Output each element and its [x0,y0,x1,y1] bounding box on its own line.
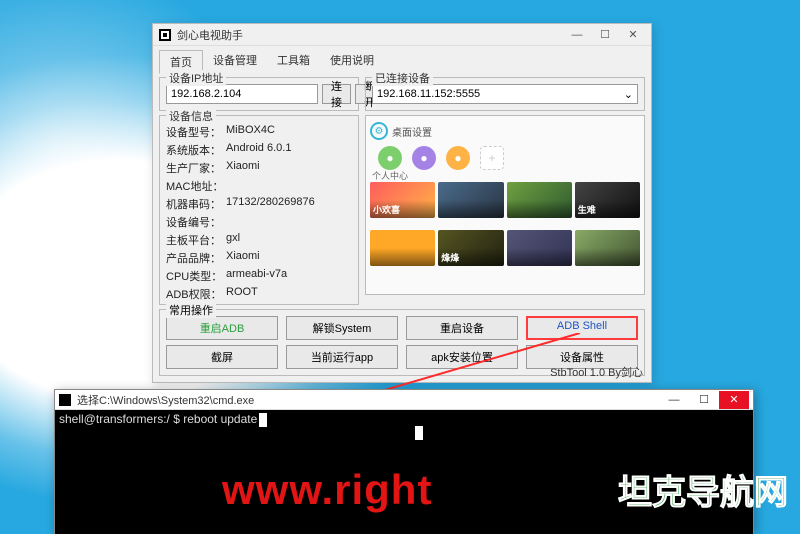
preview-badge: 桌面设置 [392,124,432,139]
statusbar-text: StbTool 1.0 By剑心 [550,364,643,380]
desktop-preview: ⚙ 桌面设置 ●个人中心 ● ● + 小欢喜 生难 烽烽 [365,115,645,295]
cmd-icon [59,394,71,406]
cmd-close-button[interactable]: ✕ [719,391,749,409]
running-app-button[interactable]: 当前运行app [286,345,398,369]
connected-device-select[interactable]: 192.168.11.152:5555 ⌄ [372,84,638,104]
media-thumb[interactable]: 烽烽 [438,230,503,266]
connect-button[interactable]: 连接 [322,84,351,104]
info-row: 主板平台：gxl [166,232,352,248]
app-icon [159,29,171,41]
cmd-maximize-button[interactable]: ☐ [689,391,719,409]
ip-input[interactable] [166,84,318,104]
info-row: 机器串码：17132/280269876 [166,196,352,212]
ip-group: 设备IP地址 连接 断开 [159,77,359,111]
info-row: 系统版本：Android 6.0.1 [166,142,352,158]
device-info-group: 设备信息 设备型号：MiBOX4C系统版本：Android 6.0.1生产厂家：… [159,115,359,305]
media-thumb[interactable]: 生难 [575,182,640,218]
window-title: 剑心电视助手 [177,27,563,43]
cmd-titlebar: 选择C:\Windows\System32\cmd.exe — ☐ ✕ [55,390,753,410]
unlock-system-button[interactable]: 解锁System [286,316,398,340]
screenshot-button[interactable]: 截屏 [166,345,278,369]
media-thumb[interactable] [575,230,640,266]
minimize-button[interactable]: — [563,25,591,45]
close-button[interactable]: ✕ [619,25,647,45]
cmd-line: shell@transformers:/ $ reboot update [59,412,257,426]
main-window: 剑心电视助手 — ☐ ✕ 首页 设备管理 工具箱 使用说明 设备IP地址 连接 … [152,23,652,383]
restart-adb-button[interactable]: 重启ADB [166,316,278,340]
media-thumb[interactable] [370,230,435,266]
titlebar: 剑心电视助手 — ☐ ✕ [153,24,651,46]
cmd-cursor [259,413,267,427]
connected-group: 已连接设备 192.168.11.152:5555 ⌄ [365,77,645,111]
info-row: MAC地址： [166,178,352,194]
info-row: ADB权限：ROOT [166,286,352,302]
launcher-icon[interactable]: ● [412,146,436,170]
tab-bar: 首页 设备管理 工具箱 使用说明 [153,46,651,73]
info-row: 产品品牌：Xiaomi [166,250,352,266]
media-thumb[interactable] [438,182,503,218]
launcher-icon[interactable]: + [480,146,504,170]
chevron-down-icon: ⌄ [624,88,633,101]
connected-label: 已连接设备 [372,70,433,86]
adb-shell-button[interactable]: ADB Shell [526,316,638,340]
ops-label: 常用操作 [166,302,216,318]
info-row: 设备型号：MiBOX4C [166,124,352,140]
connected-value: 192.168.11.152:5555 [377,88,480,100]
info-row: 生产厂家：Xiaomi [166,160,352,176]
cmd-minimize-button[interactable]: — [659,391,689,409]
launcher-icon[interactable]: ● [446,146,470,170]
cmd-title: 选择C:\Windows\System32\cmd.exe [77,392,659,408]
reboot-device-button[interactable]: 重启设备 [406,316,518,340]
apk-location-button[interactable]: apk安装位置 [406,345,518,369]
maximize-button[interactable]: ☐ [591,25,619,45]
ip-group-label: 设备IP地址 [166,70,226,86]
info-row: CPU类型：armeabi-v7a [166,268,352,284]
info-row: 设备编号： [166,214,352,230]
media-thumb[interactable] [507,182,572,218]
media-thumb[interactable] [507,230,572,266]
gear-icon: ⚙ [370,122,388,140]
media-thumb[interactable]: 小欢喜 [370,182,435,218]
tab-toolbox[interactable]: 工具箱 [267,49,320,73]
device-info-label: 设备信息 [166,108,216,124]
cmd-block-cursor [415,426,423,440]
watermark-2: 坦克导航网 [618,465,788,514]
watermark-1: www.right [222,466,432,514]
launcher-icon[interactable]: ●个人中心 [378,146,402,170]
